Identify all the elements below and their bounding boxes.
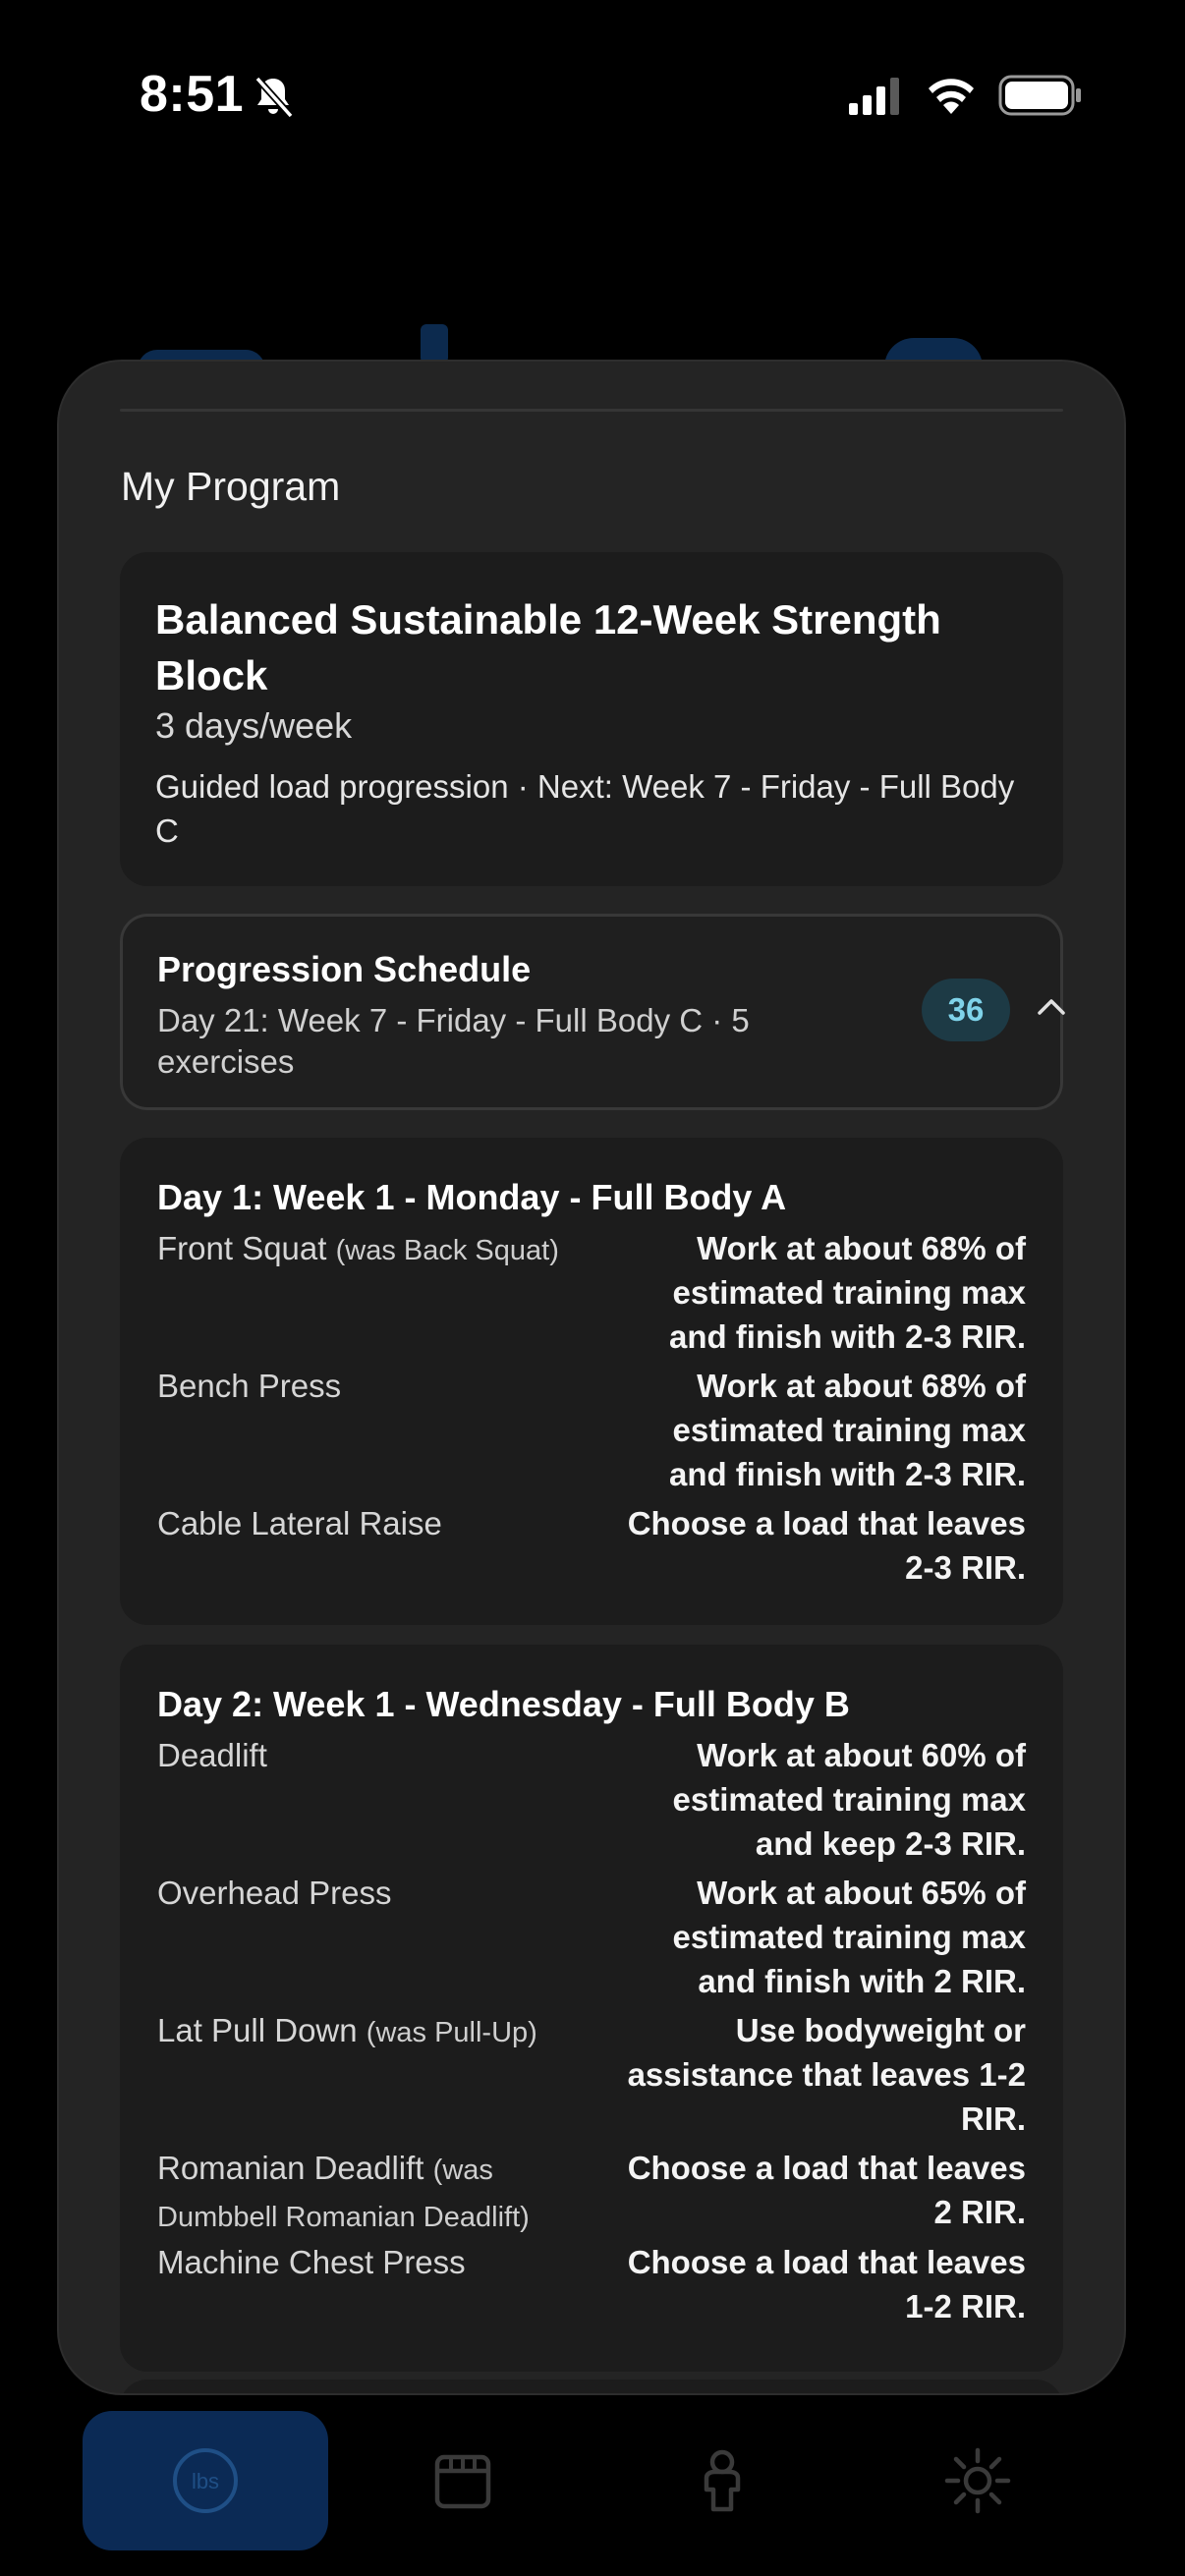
program-frequency: 3 days/week [155,705,353,746]
battery-icon [998,75,1081,116]
tab-bar: lbs [0,2397,1185,2576]
exercise-row: Machine Chest Press Choose a load that l… [157,2240,1026,2334]
sheet-divider [120,409,1063,412]
day-card-2: Day 2: Week 1 - Wednesday - Full Body B … [120,1645,1063,2372]
status-bar: 8:51 [0,0,1185,196]
program-name: Balanced Sustainable 12-Week Strength Bl… [155,596,941,699]
exercise-name: Romanian Deadlift (was Dumbbell Romanian… [157,2150,530,2233]
exercise-name: Deadlift [157,1737,267,1773]
background-icon [421,324,448,364]
day-title: Day 2: Week 1 - Wednesday - Full Body B [157,1684,850,1724]
cellular-signal-icon [849,78,899,115]
exercise-target: Work at about 68% of estimated training … [668,1230,1026,1355]
sun-icon [944,2447,1011,2514]
program-next-session: Guided load progression · Next: Week 7 -… [155,768,1015,849]
program-card[interactable]: Balanced Sustainable 12-Week Strength Bl… [120,552,1063,886]
calendar-icon [434,2454,491,2509]
exercise-name: Front Squat (was Back Squat) [157,1230,559,1266]
exercise-target: Choose a load that leaves 1-2 RIR. [627,2244,1026,2324]
weight-plate-icon: lbs [173,2448,238,2513]
exercise-name: Machine Chest Press [157,2244,466,2280]
exercise-name: Lat Pull Down (was Pull-Up) [157,2012,537,2048]
progression-schedule-header[interactable]: Progression Schedule Day 21: Week 7 - Fr… [120,914,1065,1110]
exercise-row: Overhead Press Work at about 65% of esti… [157,1871,1026,2008]
exercise-target: Use bodyweight or assistance that leaves… [627,2012,1026,2137]
exercise-target: Work at about 60% of estimated training … [672,1737,1026,1862]
exercise-name: Bench Press [157,1368,342,1404]
tab-weights[interactable]: lbs [83,2411,328,2550]
exercise-target: Choose a load that leaves 2-3 RIR. [627,1505,1026,1586]
exercise-row: Cable Lateral Raise Choose a load that l… [157,1501,1026,1599]
exercise-row: Front Squat (was Back Squat) Work at abo… [157,1226,1026,1364]
schedule-title: Progression Schedule [157,949,532,989]
exercise-row: Romanian Deadlift (was Dumbbell Romanian… [157,2146,1026,2240]
program-sheet: My Program Balanced Sustainable 12-Week … [59,362,1124,2393]
chevron-up-icon[interactable] [1036,994,1067,1018]
exercise-was-note: (was Back Squat) [335,1235,559,1266]
exercise-row: Lat Pull Down (was Pull-Up) Use bodyweig… [157,2008,1026,2146]
exercise-name: Overhead Press [157,1875,392,1911]
day-title: Day 1: Week 1 - Monday - Full Body A [157,1177,787,1217]
schedule-count-badge: 36 [922,979,1010,1041]
tab-profile[interactable] [599,2411,845,2550]
sheet-title: My Program [121,464,341,509]
exercise-target: Work at about 65% of estimated training … [672,1875,1026,1999]
exercise-row: Bench Press Work at about 68% of estimat… [157,1364,1026,1501]
wifi-icon [929,79,974,114]
exercise-target: Work at about 68% of estimated training … [668,1368,1026,1492]
tab-settings[interactable] [855,2411,1100,2550]
tab-calendar[interactable] [340,2411,586,2550]
status-time: 8:51 [140,66,245,123]
exercise-target: Choose a load that leaves 2 RIR. [627,2150,1026,2230]
day-card-3-peek [120,2380,1063,2393]
exercise-name: Cable Lateral Raise [157,1505,442,1541]
exercise-was-note: (was Pull-Up) [366,2017,537,2048]
exercise-row: Deadlift Work at about 60% of estimated … [157,1733,1026,1871]
schedule-subtitle: Day 21: Week 7 - Friday - Full Body C · … [157,1002,750,1080]
person-icon [704,2449,741,2512]
bell-slash-icon [254,76,294,119]
weight-unit-label: lbs [192,2469,219,2493]
day-card-1: Day 1: Week 1 - Monday - Full Body A Fro… [120,1138,1063,1625]
